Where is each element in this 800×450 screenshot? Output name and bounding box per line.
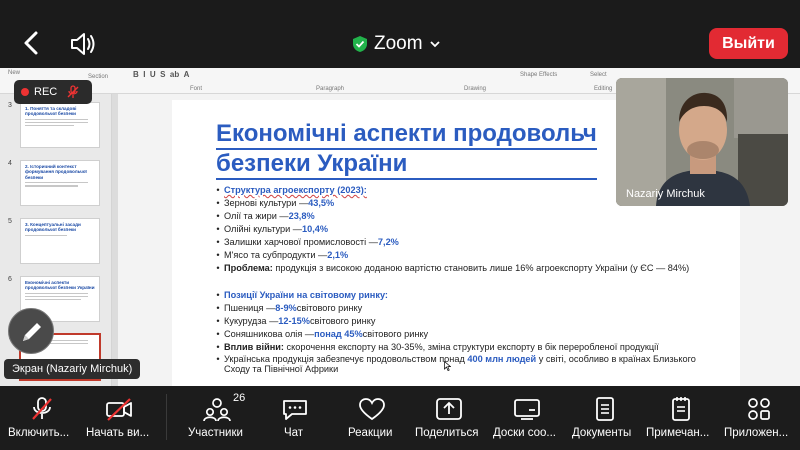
share-screen-icon xyxy=(436,398,462,420)
toolbar-label: Примечан... xyxy=(646,427,710,439)
recording-badge[interactable]: REC xyxy=(14,80,92,104)
participants-button[interactable]: 26 Участники xyxy=(180,386,256,450)
slide-number: 6 xyxy=(8,276,12,283)
list-item: • Залишки харчової промисловості — 7,2% xyxy=(216,237,399,247)
slide-body: • Структура агроекспорту (2023): • Зернові… xyxy=(212,184,732,374)
list-item: • Проблема: продукція з високою доданою в… xyxy=(216,263,690,273)
mouse-cursor-icon xyxy=(444,361,451,371)
zoom-window: Zoom Выйти New Section Font Paragraph Dr… xyxy=(0,0,800,450)
list-item: • Українська продукція забезпечує продово… xyxy=(216,354,696,374)
recording-dot-icon xyxy=(21,88,29,96)
toolbar-label: Чат xyxy=(284,427,304,439)
list-item: • Олійні культури — 10,4% xyxy=(216,224,329,234)
toolbar-label: Включить... xyxy=(8,427,70,439)
participant-video[interactable]: Nazariy Mirchuk xyxy=(616,78,788,206)
slide-thumbnail[interactable]: 1. Поняття та складові продовольчої безп… xyxy=(20,102,100,148)
chat-button[interactable]: Чат xyxy=(270,386,320,450)
unmute-button[interactable]: Включить... xyxy=(0,386,84,450)
screen-share-label: Экран (Nazariy Mirchuk) xyxy=(4,359,141,379)
slide-number: 4 xyxy=(8,160,12,167)
list-item: • Позиції України на світовому ринку: xyxy=(216,290,388,300)
documents-button[interactable]: Документы xyxy=(570,386,640,450)
back-arrow-icon[interactable] xyxy=(18,28,46,58)
heart-icon xyxy=(359,398,385,421)
ribbon-new-slide: New xyxy=(8,70,21,76)
list-item: • М'ясо та субпродукти — 2,1% xyxy=(216,250,349,260)
speaker-icon[interactable] xyxy=(68,30,98,58)
muted-mic-icon xyxy=(32,397,52,420)
notes-icon xyxy=(672,397,690,421)
participant-name: Nazariy Mirchuk xyxy=(626,188,705,200)
video-off-icon xyxy=(106,398,132,421)
participants-icon xyxy=(203,398,231,422)
list-item: • Соняшникова олія — понад 45% світового … xyxy=(216,329,429,339)
meeting-title-dropdown[interactable]: Zoom xyxy=(352,32,441,56)
video-feed xyxy=(616,78,788,206)
slide-title: Економічні аспекти продовольч безпеки Ук… xyxy=(216,120,597,180)
ribbon-drawing-group: Drawing xyxy=(464,86,487,92)
meeting-title: Zoom xyxy=(374,33,423,54)
toolbar-label: Доски соо... xyxy=(493,427,556,439)
ribbon-paragraph-group: Paragraph xyxy=(316,86,345,92)
list-item: • Пшениця — 8-9% світового ринку xyxy=(216,303,363,313)
start-video-button[interactable]: Начать ви... xyxy=(84,386,166,450)
slide-number: 5 xyxy=(8,218,12,225)
apps-icon xyxy=(748,398,770,420)
notes-button[interactable]: Примечан... xyxy=(644,386,716,450)
top-bar: Zoom Выйти xyxy=(0,0,800,68)
thumbnail-scrollbar[interactable] xyxy=(112,94,118,386)
ribbon-section: Section xyxy=(88,74,109,80)
toolbar-label: Начать ви... xyxy=(86,427,150,439)
document-icon xyxy=(596,397,614,421)
slide-thumbnail[interactable]: 3. Концептуальні засади продовольчої без… xyxy=(20,218,100,264)
whiteboards-button[interactable]: Доски соо... xyxy=(490,386,566,450)
list-item: • Олії та жири — 23,8% xyxy=(216,211,315,221)
annotate-button[interactable] xyxy=(8,308,54,354)
toolbar-label: Участники xyxy=(188,427,243,439)
ribbon-editing-group: Editing xyxy=(594,86,613,92)
chevron-down-icon xyxy=(429,41,440,48)
chat-icon xyxy=(283,400,307,420)
whiteboard-icon xyxy=(514,399,540,420)
ribbon-shape-effects: Shape Effects xyxy=(520,72,558,78)
slide-thumbnail[interactable]: 2. Історичний контекст формування продов… xyxy=(20,160,100,206)
toolbar-label: Поделиться xyxy=(415,427,479,439)
share-screen-button[interactable]: Поделиться xyxy=(412,386,484,450)
muted-mic-icon xyxy=(67,85,79,98)
toolbar-label: Приложен... xyxy=(724,427,789,439)
list-item: • Вплив війни: скорочення експорту на 30-… xyxy=(216,342,659,352)
recording-label: REC xyxy=(34,86,58,98)
encryption-shield-icon xyxy=(353,36,367,52)
meeting-toolbar: Включить... Начать ви... 26 Участники Ча… xyxy=(0,386,800,450)
leave-button[interactable]: Выйти xyxy=(709,28,788,59)
pencil-icon xyxy=(23,323,41,341)
ribbon-select: Select xyxy=(590,72,607,78)
reactions-button[interactable]: Реакции xyxy=(342,386,402,450)
slide-number: 3 xyxy=(8,102,12,109)
participants-count: 26 xyxy=(233,392,246,404)
list-item: • Кукурудза — 12-15% світового ринку xyxy=(216,316,376,326)
apps-button[interactable]: Приложен... xyxy=(722,386,800,450)
toolbar-label: Документы xyxy=(572,427,632,439)
toolbar-divider xyxy=(166,394,167,440)
toolbar-label: Реакции xyxy=(348,427,393,439)
ribbon-font-group: Font xyxy=(190,86,203,92)
